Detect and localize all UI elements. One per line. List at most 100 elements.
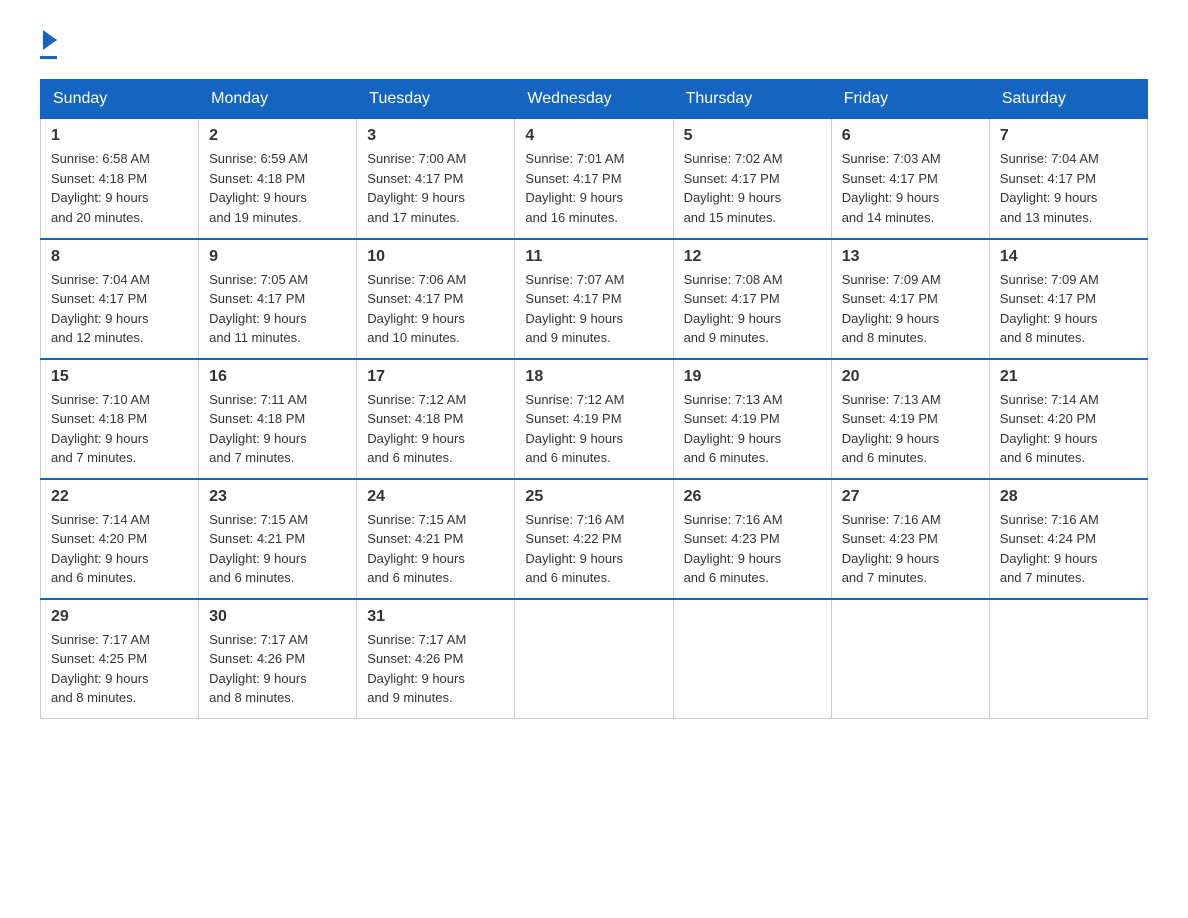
day-number: 22 [51,488,188,506]
day-info: Sunrise: 7:09 AM Sunset: 4:17 PM Dayligh… [842,270,979,348]
day-info: Sunrise: 7:02 AM Sunset: 4:17 PM Dayligh… [684,149,821,227]
day-number: 19 [684,368,821,386]
calendar-cell: 22 Sunrise: 7:14 AM Sunset: 4:20 PM Dayl… [41,479,199,599]
day-info: Sunrise: 7:10 AM Sunset: 4:18 PM Dayligh… [51,390,188,468]
calendar-cell: 12 Sunrise: 7:08 AM Sunset: 4:17 PM Dayl… [673,239,831,359]
calendar-cell: 2 Sunrise: 6:59 AM Sunset: 4:18 PM Dayli… [199,119,357,239]
day-info: Sunrise: 7:15 AM Sunset: 4:21 PM Dayligh… [209,510,346,588]
calendar-cell: 8 Sunrise: 7:04 AM Sunset: 4:17 PM Dayli… [41,239,199,359]
calendar-cell: 7 Sunrise: 7:04 AM Sunset: 4:17 PM Dayli… [989,119,1147,239]
day-info: Sunrise: 7:01 AM Sunset: 4:17 PM Dayligh… [525,149,662,227]
calendar-header-thursday: Thursday [673,80,831,119]
day-number: 8 [51,248,188,266]
day-number: 9 [209,248,346,266]
calendar-cell: 28 Sunrise: 7:16 AM Sunset: 4:24 PM Dayl… [989,479,1147,599]
calendar-header-saturday: Saturday [989,80,1147,119]
day-number: 20 [842,368,979,386]
calendar-header-sunday: Sunday [41,80,199,119]
calendar-week-row: 15 Sunrise: 7:10 AM Sunset: 4:18 PM Dayl… [41,359,1148,479]
calendar-cell: 13 Sunrise: 7:09 AM Sunset: 4:17 PM Dayl… [831,239,989,359]
day-info: Sunrise: 7:16 AM Sunset: 4:23 PM Dayligh… [842,510,979,588]
day-number: 2 [209,127,346,145]
day-number: 27 [842,488,979,506]
day-info: Sunrise: 7:12 AM Sunset: 4:18 PM Dayligh… [367,390,504,468]
calendar-cell [515,599,673,719]
day-info: Sunrise: 7:09 AM Sunset: 4:17 PM Dayligh… [1000,270,1137,348]
calendar-cell: 9 Sunrise: 7:05 AM Sunset: 4:17 PM Dayli… [199,239,357,359]
header [40,30,1148,59]
day-info: Sunrise: 7:16 AM Sunset: 4:23 PM Dayligh… [684,510,821,588]
calendar-cell: 21 Sunrise: 7:14 AM Sunset: 4:20 PM Dayl… [989,359,1147,479]
day-number: 6 [842,127,979,145]
day-number: 18 [525,368,662,386]
calendar-week-row: 22 Sunrise: 7:14 AM Sunset: 4:20 PM Dayl… [41,479,1148,599]
day-info: Sunrise: 7:14 AM Sunset: 4:20 PM Dayligh… [1000,390,1137,468]
calendar-week-row: 29 Sunrise: 7:17 AM Sunset: 4:25 PM Dayl… [41,599,1148,719]
calendar-cell: 27 Sunrise: 7:16 AM Sunset: 4:23 PM Dayl… [831,479,989,599]
day-info: Sunrise: 7:03 AM Sunset: 4:17 PM Dayligh… [842,149,979,227]
day-number: 28 [1000,488,1137,506]
calendar-header-tuesday: Tuesday [357,80,515,119]
logo-blue-part [40,30,57,54]
calendar-cell: 16 Sunrise: 7:11 AM Sunset: 4:18 PM Dayl… [199,359,357,479]
logo-triangle-icon [43,30,57,50]
logo [40,30,57,59]
calendar-cell: 10 Sunrise: 7:06 AM Sunset: 4:17 PM Dayl… [357,239,515,359]
calendar-cell: 5 Sunrise: 7:02 AM Sunset: 4:17 PM Dayli… [673,119,831,239]
day-number: 13 [842,248,979,266]
calendar-cell: 15 Sunrise: 7:10 AM Sunset: 4:18 PM Dayl… [41,359,199,479]
calendar-week-row: 1 Sunrise: 6:58 AM Sunset: 4:18 PM Dayli… [41,119,1148,239]
day-info: Sunrise: 7:04 AM Sunset: 4:17 PM Dayligh… [1000,149,1137,227]
calendar-header-row: SundayMondayTuesdayWednesdayThursdayFrid… [41,80,1148,119]
calendar-cell: 6 Sunrise: 7:03 AM Sunset: 4:17 PM Dayli… [831,119,989,239]
day-info: Sunrise: 7:00 AM Sunset: 4:17 PM Dayligh… [367,149,504,227]
day-number: 10 [367,248,504,266]
day-number: 7 [1000,127,1137,145]
calendar-cell: 30 Sunrise: 7:17 AM Sunset: 4:26 PM Dayl… [199,599,357,719]
day-number: 5 [684,127,821,145]
day-info: Sunrise: 7:16 AM Sunset: 4:22 PM Dayligh… [525,510,662,588]
day-info: Sunrise: 7:17 AM Sunset: 4:26 PM Dayligh… [209,630,346,708]
calendar-cell: 26 Sunrise: 7:16 AM Sunset: 4:23 PM Dayl… [673,479,831,599]
calendar-cell [673,599,831,719]
day-info: Sunrise: 7:07 AM Sunset: 4:17 PM Dayligh… [525,270,662,348]
day-number: 25 [525,488,662,506]
day-info: Sunrise: 7:13 AM Sunset: 4:19 PM Dayligh… [842,390,979,468]
day-number: 4 [525,127,662,145]
calendar-header-monday: Monday [199,80,357,119]
day-info: Sunrise: 7:15 AM Sunset: 4:21 PM Dayligh… [367,510,504,588]
day-number: 1 [51,127,188,145]
calendar-cell: 14 Sunrise: 7:09 AM Sunset: 4:17 PM Dayl… [989,239,1147,359]
calendar-cell [831,599,989,719]
day-number: 16 [209,368,346,386]
day-number: 12 [684,248,821,266]
day-info: Sunrise: 7:12 AM Sunset: 4:19 PM Dayligh… [525,390,662,468]
day-info: Sunrise: 6:59 AM Sunset: 4:18 PM Dayligh… [209,149,346,227]
day-info: Sunrise: 7:06 AM Sunset: 4:17 PM Dayligh… [367,270,504,348]
calendar-cell: 24 Sunrise: 7:15 AM Sunset: 4:21 PM Dayl… [357,479,515,599]
calendar-cell: 29 Sunrise: 7:17 AM Sunset: 4:25 PM Dayl… [41,599,199,719]
calendar-cell: 18 Sunrise: 7:12 AM Sunset: 4:19 PM Dayl… [515,359,673,479]
calendar-cell: 25 Sunrise: 7:16 AM Sunset: 4:22 PM Dayl… [515,479,673,599]
day-number: 3 [367,127,504,145]
calendar-cell [989,599,1147,719]
day-number: 17 [367,368,504,386]
day-info: Sunrise: 6:58 AM Sunset: 4:18 PM Dayligh… [51,149,188,227]
day-info: Sunrise: 7:08 AM Sunset: 4:17 PM Dayligh… [684,270,821,348]
day-number: 30 [209,608,346,626]
day-number: 29 [51,608,188,626]
calendar-cell: 20 Sunrise: 7:13 AM Sunset: 4:19 PM Dayl… [831,359,989,479]
calendar-cell: 3 Sunrise: 7:00 AM Sunset: 4:17 PM Dayli… [357,119,515,239]
day-number: 15 [51,368,188,386]
calendar-header-friday: Friday [831,80,989,119]
day-info: Sunrise: 7:05 AM Sunset: 4:17 PM Dayligh… [209,270,346,348]
calendar-week-row: 8 Sunrise: 7:04 AM Sunset: 4:17 PM Dayli… [41,239,1148,359]
day-info: Sunrise: 7:04 AM Sunset: 4:17 PM Dayligh… [51,270,188,348]
logo-underline [40,56,57,59]
day-info: Sunrise: 7:14 AM Sunset: 4:20 PM Dayligh… [51,510,188,588]
day-number: 31 [367,608,504,626]
calendar-cell: 23 Sunrise: 7:15 AM Sunset: 4:21 PM Dayl… [199,479,357,599]
calendar-table: SundayMondayTuesdayWednesdayThursdayFrid… [40,79,1148,719]
day-number: 26 [684,488,821,506]
day-info: Sunrise: 7:16 AM Sunset: 4:24 PM Dayligh… [1000,510,1137,588]
